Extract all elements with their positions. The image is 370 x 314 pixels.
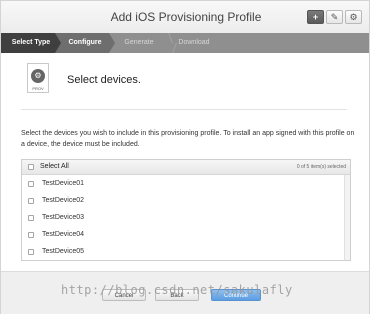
device-table: Select All 0 of 5 item(s) selected TestD… [21, 159, 351, 261]
gear-badge-icon: ⚙ [31, 69, 45, 83]
step-configure: Configure [55, 33, 115, 53]
device-checkbox[interactable] [28, 249, 34, 255]
device-checkbox[interactable] [28, 198, 34, 204]
table-row[interactable]: TestDevice03 [22, 210, 344, 227]
table-scrollbar[interactable] [344, 175, 350, 260]
step-download: Download [178, 39, 210, 46]
select-all-label: Select All [40, 163, 69, 170]
table-row[interactable]: TestDevice01 [22, 176, 344, 193]
provisioning-profile-icon: ⚙ PROV [27, 63, 49, 93]
device-label: TestDevice04 [42, 231, 85, 238]
section-title: Select devices. [67, 74, 141, 86]
selection-count: 0 of 5 item(s) selected [296, 164, 346, 170]
device-checkbox[interactable] [28, 232, 34, 238]
table-row[interactable]: TestDevice04 [22, 227, 344, 244]
add-button[interactable]: + [307, 10, 324, 24]
watermark-text: http://blog.csdn.net/sakulafly [61, 283, 293, 297]
gear-icon[interactable]: ⚙ [345, 10, 362, 24]
edit-icon[interactable]: ✎ [326, 10, 343, 24]
table-row[interactable]: TestDevice05 [22, 244, 344, 260]
dialog-window: Add iOS Provisioning Profile + ✎ ⚙ Selec… [0, 0, 370, 314]
title-bar: Add iOS Provisioning Profile + ✎ ⚙ [1, 1, 369, 33]
profile-icon-label: PROV [32, 86, 44, 91]
device-checkbox[interactable] [28, 215, 34, 221]
description-text: Select the devices you wish to include i… [21, 130, 355, 148]
divider [21, 109, 347, 110]
device-label: TestDevice03 [42, 214, 85, 221]
step-progress-bar: Select Type Configure Generate Download [1, 33, 369, 53]
device-label: TestDevice05 [42, 248, 85, 255]
device-label: TestDevice01 [42, 180, 85, 187]
table-row[interactable]: TestDevice02 [22, 193, 344, 210]
device-checkbox[interactable] [28, 181, 34, 187]
table-header: Select All 0 of 5 item(s) selected [22, 160, 350, 175]
device-label: TestDevice02 [42, 197, 85, 204]
select-all-checkbox[interactable] [28, 164, 34, 170]
